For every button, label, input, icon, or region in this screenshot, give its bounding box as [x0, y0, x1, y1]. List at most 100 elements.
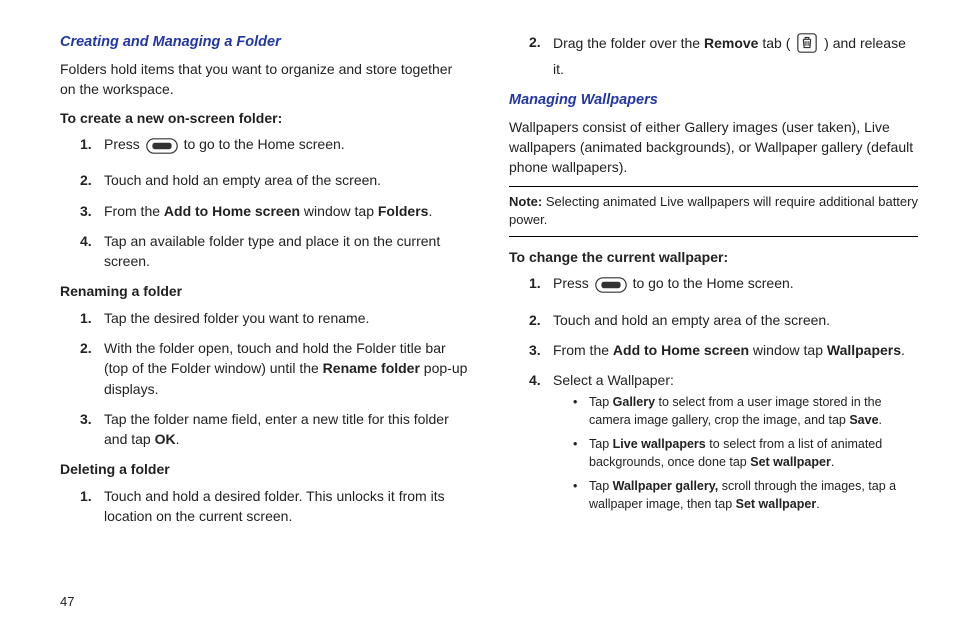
bold-text: Rename folder — [323, 360, 420, 376]
text: . — [901, 342, 905, 358]
note-box: Note: Selecting animated Live wallpapers… — [509, 186, 918, 238]
home-button-icon — [595, 276, 627, 299]
bold-text: Set wallpaper — [750, 455, 831, 469]
note-label: Note: — [509, 194, 542, 209]
right-column: 2. Drag the folder over the Remove tab (… — [509, 32, 918, 536]
bold-text: Wallpapers — [827, 342, 901, 358]
bold-text: Set wallpaper — [736, 497, 817, 511]
step-body: Press to go to the Home screen. — [104, 134, 469, 160]
step-number: 4. — [80, 231, 104, 272]
text: Tap — [589, 395, 613, 409]
step-2: 2. Drag the folder over the Remove tab (… — [509, 32, 918, 80]
text: window tap — [749, 342, 827, 358]
bold-text: Live wallpapers — [613, 437, 706, 451]
trash-icon — [796, 32, 818, 59]
step-4: 4. Tap an available folder type and plac… — [60, 231, 469, 272]
step-1: 1. Tap the desired folder you want to re… — [60, 308, 469, 328]
bold-text: OK — [155, 431, 176, 447]
step-4: 4. Select a Wallpaper: • Tap Gallery to … — [509, 370, 918, 519]
text: tab ( — [758, 35, 794, 51]
text: . — [176, 431, 180, 447]
step-body: From the Add to Home screen window tap F… — [104, 201, 469, 221]
bold-text: Wallpaper gallery, — [613, 479, 719, 493]
delete-folder-steps-cont: 2. Drag the folder over the Remove tab (… — [509, 32, 918, 80]
step-body: Drag the folder over the Remove tab ( ) … — [553, 32, 918, 80]
section-heading-wallpapers: Managing Wallpapers — [509, 90, 918, 111]
step-2: 2. Touch and hold an empty area of the s… — [60, 170, 469, 190]
step-body: Press to go to the Home screen. — [553, 273, 918, 299]
step-number: 3. — [80, 201, 104, 221]
bullet-body: Tap Gallery to select from a user image … — [589, 393, 918, 429]
text: to go to the Home screen. — [184, 136, 345, 152]
rename-folder-steps: 1. Tap the desired folder you want to re… — [60, 308, 469, 450]
text: Tap — [589, 479, 613, 493]
bold-text: Remove — [704, 35, 758, 51]
two-column-layout: Creating and Managing a Folder Folders h… — [0, 0, 954, 546]
create-folder-steps: 1. Press to go to the Home screen. 2. To… — [60, 134, 469, 271]
home-button-icon — [146, 137, 178, 160]
text: window tap — [300, 203, 378, 219]
text: to go to the Home screen. — [633, 275, 794, 291]
step-number: 1. — [80, 134, 104, 160]
step-number: 1. — [80, 486, 104, 527]
note-text: Selecting animated Live wallpapers will … — [509, 194, 918, 228]
change-wallpaper-steps: 1. Press to go to the Home screen. 2. To… — [509, 273, 918, 519]
text: . — [428, 203, 432, 219]
step-body: With the folder open, touch and hold the… — [104, 338, 469, 399]
step-body: Touch and hold an empty area of the scre… — [104, 170, 469, 190]
manual-page: Creating and Managing a Folder Folders h… — [0, 0, 954, 636]
text: . — [879, 413, 882, 427]
step-3: 3. From the Add to Home screen window ta… — [509, 340, 918, 360]
bullet-body: Tap Wallpaper gallery, scroll through th… — [589, 477, 918, 513]
text: Press — [104, 136, 144, 152]
bullet-wallpaper-gallery: • Tap Wallpaper gallery, scroll through … — [553, 477, 918, 513]
step-3: 3. Tap the folder name field, enter a ne… — [60, 409, 469, 450]
text: . — [816, 497, 819, 511]
wallpapers-intro: Wallpapers consist of either Gallery ima… — [509, 117, 918, 178]
step-number: 2. — [80, 170, 104, 190]
step-number: 2. — [529, 32, 553, 80]
bullet: • — [573, 393, 589, 429]
step-body: Touch and hold a desired folder. This un… — [104, 486, 469, 527]
step-2: 2. Touch and hold an empty area of the s… — [509, 310, 918, 330]
bold-text: Folders — [378, 203, 429, 219]
step-body: Touch and hold an empty area of the scre… — [553, 310, 918, 330]
wallpaper-options: • Tap Gallery to select from a user imag… — [553, 393, 918, 514]
bullet-gallery: • Tap Gallery to select from a user imag… — [553, 393, 918, 429]
step-number: 1. — [80, 308, 104, 328]
bullet: • — [573, 477, 589, 513]
bold-text: Add to Home screen — [613, 342, 749, 358]
step-number: 4. — [529, 370, 553, 519]
folders-intro: Folders hold items that you want to orga… — [60, 59, 469, 100]
create-folder-title: To create a new on-screen folder: — [60, 108, 469, 128]
step-3: 3. From the Add to Home screen window ta… — [60, 201, 469, 221]
left-column: Creating and Managing a Folder Folders h… — [60, 32, 469, 536]
change-wallpaper-title: To change the current wallpaper: — [509, 247, 918, 267]
step-1: 1. Press to go to the Home screen. — [60, 134, 469, 160]
bold-text: Gallery — [613, 395, 655, 409]
step-2: 2. With the folder open, touch and hold … — [60, 338, 469, 399]
bullet: • — [573, 435, 589, 471]
bold-text: Add to Home screen — [164, 203, 300, 219]
step-1: 1. Press to go to the Home screen. — [509, 273, 918, 299]
step-1: 1. Touch and hold a desired folder. This… — [60, 486, 469, 527]
bold-text: Save — [849, 413, 878, 427]
step-body: Tap the desired folder you want to renam… — [104, 308, 469, 328]
step-body: From the Add to Home screen window tap W… — [553, 340, 918, 360]
step-body: Select a Wallpaper: • Tap Gallery to sel… — [553, 370, 918, 519]
text: Tap — [589, 437, 613, 451]
bullet-live: • Tap Live wallpapers to select from a l… — [553, 435, 918, 471]
text: . — [831, 455, 834, 469]
step-body: Tap the folder name field, enter a new t… — [104, 409, 469, 450]
page-number: 47 — [60, 593, 74, 612]
step-number: 3. — [529, 340, 553, 360]
step-number: 1. — [529, 273, 553, 299]
section-heading-folders: Creating and Managing a Folder — [60, 32, 469, 53]
text: Select a Wallpaper: — [553, 372, 674, 388]
rename-folder-title: Renaming a folder — [60, 281, 469, 301]
step-body: Tap an available folder type and place i… — [104, 231, 469, 272]
delete-folder-steps: 1. Touch and hold a desired folder. This… — [60, 486, 469, 527]
step-number: 3. — [80, 409, 104, 450]
text: Drag the folder over the — [553, 35, 704, 51]
bullet-body: Tap Live wallpapers to select from a lis… — [589, 435, 918, 471]
